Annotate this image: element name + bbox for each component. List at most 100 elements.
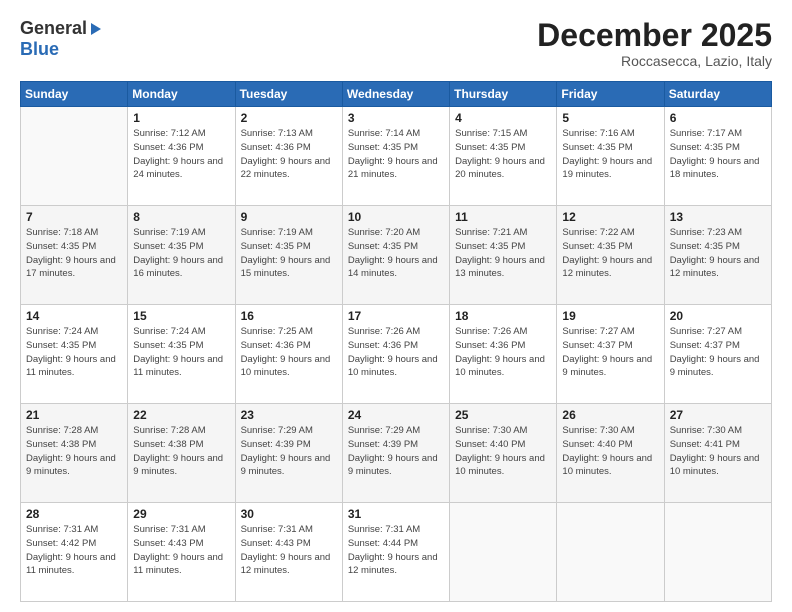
month-title: December 2025: [537, 18, 772, 53]
day-info: Sunrise: 7:28 AMSunset: 4:38 PMDaylight:…: [133, 424, 229, 479]
day-number: 5: [562, 111, 658, 125]
calendar-cell: 7 Sunrise: 7:18 AMSunset: 4:35 PMDaylight…: [21, 206, 128, 305]
calendar-cell: 1Sunrise: 7:12 AMSunset: 4:36 PMDaylight…: [128, 107, 235, 206]
calendar-cell: 30Sunrise: 7:31 AMSunset: 4:43 PMDayligh…: [235, 503, 342, 602]
day-number: 30: [241, 507, 337, 521]
day-info: Sunrise: 7:26 AMSunset: 4:36 PMDaylight:…: [455, 325, 551, 380]
calendar-cell: 13Sunrise: 7:23 AMSunset: 4:35 PMDayligh…: [664, 206, 771, 305]
day-number: 26: [562, 408, 658, 422]
day-info: Sunrise: 7:21 AMSunset: 4:35 PMDaylight:…: [455, 226, 551, 281]
calendar-cell: 5Sunrise: 7:16 AMSunset: 4:35 PMDaylight…: [557, 107, 664, 206]
day-number: 7: [26, 210, 122, 224]
day-number: 17: [348, 309, 444, 323]
calendar-cell: 29Sunrise: 7:31 AMSunset: 4:43 PMDayligh…: [128, 503, 235, 602]
day-info: Sunrise: 7:31 AMSunset: 4:44 PMDaylight:…: [348, 523, 444, 578]
day-info: Sunrise: 7:27 AMSunset: 4:37 PMDaylight:…: [562, 325, 658, 380]
week-row-1: 1Sunrise: 7:12 AMSunset: 4:36 PMDaylight…: [21, 107, 772, 206]
calendar-cell: 9 Sunrise: 7:19 AMSunset: 4:35 PMDaylight…: [235, 206, 342, 305]
day-info: Sunrise: 7:30 AMSunset: 4:40 PMDaylight:…: [562, 424, 658, 479]
day-number: 22: [133, 408, 229, 422]
day-number: 1: [133, 111, 229, 125]
col-tuesday: Tuesday: [235, 82, 342, 107]
calendar-cell: 4 Sunrise: 7:15 AMSunset: 4:35 PMDaylight…: [450, 107, 557, 206]
header: General Blue December 2025 Roccasecca, L…: [20, 18, 772, 69]
day-info: Sunrise: 7:30 AMSunset: 4:41 PMDaylight:…: [670, 424, 766, 479]
week-row-4: 21 Sunrise: 7:28 AMSunset: 4:38 PMDayligh…: [21, 404, 772, 503]
day-number: 25: [455, 408, 551, 422]
day-info: Sunrise: 7:24 AMSunset: 4:35 PMDaylight:…: [133, 325, 229, 380]
calendar-cell: 3 Sunrise: 7:14 AMSunset: 4:35 PMDaylight…: [342, 107, 449, 206]
day-info: Sunrise: 7:29 AMSunset: 4:39 PMDaylight:…: [241, 424, 337, 479]
day-number: 12: [562, 210, 658, 224]
day-info: Sunrise: 7:25 AMSunset: 4:36 PMDaylight:…: [241, 325, 337, 380]
day-number: 4: [455, 111, 551, 125]
week-row-5: 28 Sunrise: 7:31 AMSunset: 4:42 PMDayligh…: [21, 503, 772, 602]
calendar-cell: 12 Sunrise: 7:22 AMSunset: 4:35 PMDayligh…: [557, 206, 664, 305]
calendar-cell: 10 Sunrise: 7:20 AMSunset: 4:35 PMDayligh…: [342, 206, 449, 305]
day-number: 16: [241, 309, 337, 323]
day-number: 28: [26, 507, 122, 521]
calendar-cell: 8 Sunrise: 7:19 AMSunset: 4:35 PMDaylight…: [128, 206, 235, 305]
calendar-cell: [557, 503, 664, 602]
logo: General Blue: [20, 18, 101, 60]
day-number: 9: [241, 210, 337, 224]
day-number: 15: [133, 309, 229, 323]
page: General Blue December 2025 Roccasecca, L…: [0, 0, 792, 612]
day-number: 23: [241, 408, 337, 422]
calendar-cell: 26 Sunrise: 7:30 AMSunset: 4:40 PMDayligh…: [557, 404, 664, 503]
calendar-cell: 28 Sunrise: 7:31 AMSunset: 4:42 PMDayligh…: [21, 503, 128, 602]
day-number: 19: [562, 309, 658, 323]
day-number: 2: [241, 111, 337, 125]
day-number: 10: [348, 210, 444, 224]
day-info: Sunrise: 7:14 AMSunset: 4:35 PMDaylight:…: [348, 127, 444, 182]
day-info: Sunrise: 7:26 AMSunset: 4:36 PMDaylight:…: [348, 325, 444, 380]
calendar-cell: [21, 107, 128, 206]
day-info: Sunrise: 7:19 AMSunset: 4:35 PMDaylight:…: [241, 226, 337, 281]
calendar-cell: 23 Sunrise: 7:29 AMSunset: 4:39 PMDayligh…: [235, 404, 342, 503]
day-info: Sunrise: 7:20 AMSunset: 4:35 PMDaylight:…: [348, 226, 444, 281]
calendar-cell: 11 Sunrise: 7:21 AMSunset: 4:35 PMDayligh…: [450, 206, 557, 305]
calendar-cell: 14Sunrise: 7:24 AMSunset: 4:35 PMDayligh…: [21, 305, 128, 404]
day-number: 11: [455, 210, 551, 224]
day-info: Sunrise: 7:19 AMSunset: 4:35 PMDaylight:…: [133, 226, 229, 281]
day-number: 3: [348, 111, 444, 125]
calendar-cell: 27 Sunrise: 7:30 AMSunset: 4:41 PMDayligh…: [664, 404, 771, 503]
calendar-cell: 16 Sunrise: 7:25 AMSunset: 4:36 PMDayligh…: [235, 305, 342, 404]
calendar-cell: 31 Sunrise: 7:31 AMSunset: 4:44 PMDayligh…: [342, 503, 449, 602]
day-info: Sunrise: 7:22 AMSunset: 4:35 PMDaylight:…: [562, 226, 658, 281]
day-info: Sunrise: 7:18 AMSunset: 4:35 PMDaylight:…: [26, 226, 122, 281]
day-info: Sunrise: 7:27 AMSunset: 4:37 PMDaylight:…: [670, 325, 766, 380]
col-wednesday: Wednesday: [342, 82, 449, 107]
calendar-cell: 2Sunrise: 7:13 AMSunset: 4:36 PMDaylight…: [235, 107, 342, 206]
calendar-cell: [664, 503, 771, 602]
calendar-cell: 25Sunrise: 7:30 AMSunset: 4:40 PMDayligh…: [450, 404, 557, 503]
day-number: 14: [26, 309, 122, 323]
calendar-cell: 24 Sunrise: 7:29 AMSunset: 4:39 PMDayligh…: [342, 404, 449, 503]
day-number: 13: [670, 210, 766, 224]
header-row: Sunday Monday Tuesday Wednesday Thursday…: [21, 82, 772, 107]
day-info: Sunrise: 7:28 AMSunset: 4:38 PMDaylight:…: [26, 424, 122, 479]
week-row-2: 7 Sunrise: 7:18 AMSunset: 4:35 PMDaylight…: [21, 206, 772, 305]
day-number: 8: [133, 210, 229, 224]
day-info: Sunrise: 7:15 AMSunset: 4:35 PMDaylight:…: [455, 127, 551, 182]
day-number: 20: [670, 309, 766, 323]
day-info: Sunrise: 7:31 AMSunset: 4:43 PMDaylight:…: [133, 523, 229, 578]
day-info: Sunrise: 7:17 AMSunset: 4:35 PMDaylight:…: [670, 127, 766, 182]
logo-triangle-icon: [91, 23, 101, 35]
day-number: 24: [348, 408, 444, 422]
col-monday: Monday: [128, 82, 235, 107]
title-block: December 2025 Roccasecca, Lazio, Italy: [537, 18, 772, 69]
calendar-cell: 22 Sunrise: 7:28 AMSunset: 4:38 PMDayligh…: [128, 404, 235, 503]
calendar-table: Sunday Monday Tuesday Wednesday Thursday…: [20, 81, 772, 602]
location-subtitle: Roccasecca, Lazio, Italy: [537, 53, 772, 69]
week-row-3: 14 Sunrise: 7:24 AMSunset: 4:35 PMDayligh…: [21, 305, 772, 404]
calendar-cell: 18 Sunrise: 7:26 AMSunset: 4:36 PMDayligh…: [450, 305, 557, 404]
day-number: 31: [348, 507, 444, 521]
day-number: 27: [670, 408, 766, 422]
day-number: 18: [455, 309, 551, 323]
day-info: Sunrise: 7:31 AMSunset: 4:42 PMDaylight:…: [26, 523, 122, 578]
day-info: Sunrise: 7:29 AMSunset: 4:39 PMDaylight:…: [348, 424, 444, 479]
col-friday: Friday: [557, 82, 664, 107]
logo-general-text: General: [20, 18, 87, 39]
day-number: 21: [26, 408, 122, 422]
